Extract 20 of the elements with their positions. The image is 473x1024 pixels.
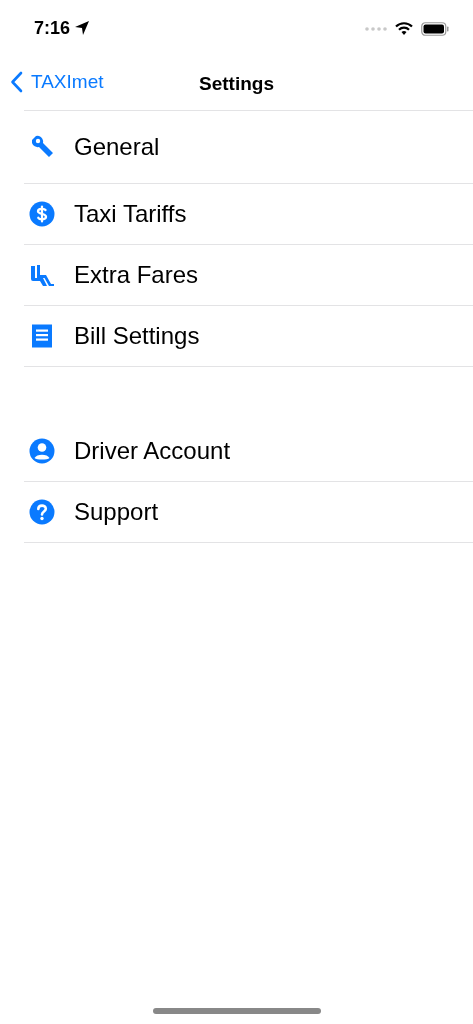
- settings-row[interactable]: Taxi Tariffs: [24, 184, 473, 245]
- chevron-left-icon: [10, 71, 23, 93]
- person-icon: [29, 438, 55, 464]
- settings-row[interactable]: General: [24, 111, 473, 184]
- status-time: 7:16: [34, 17, 71, 39]
- wifi-icon: [395, 22, 413, 36]
- settings-row[interactable]: Driver Account: [24, 421, 473, 482]
- wrench-icon: [29, 134, 55, 160]
- back-button[interactable]: TAXImet: [10, 71, 104, 93]
- receipt-icon: [29, 323, 55, 349]
- help-icon: [29, 499, 55, 525]
- nav-title: Settings: [199, 73, 274, 95]
- settings-row[interactable]: Bill Settings: [24, 306, 473, 367]
- signal-dots-icon: [365, 27, 387, 31]
- location-arrow-icon: [74, 20, 91, 36]
- settings-row[interactable]: Support: [24, 482, 473, 543]
- seat-icon: [29, 262, 55, 288]
- battery-icon: [421, 22, 449, 36]
- dollar-icon: [29, 201, 55, 227]
- settings-row[interactable]: Extra Fares: [24, 245, 473, 306]
